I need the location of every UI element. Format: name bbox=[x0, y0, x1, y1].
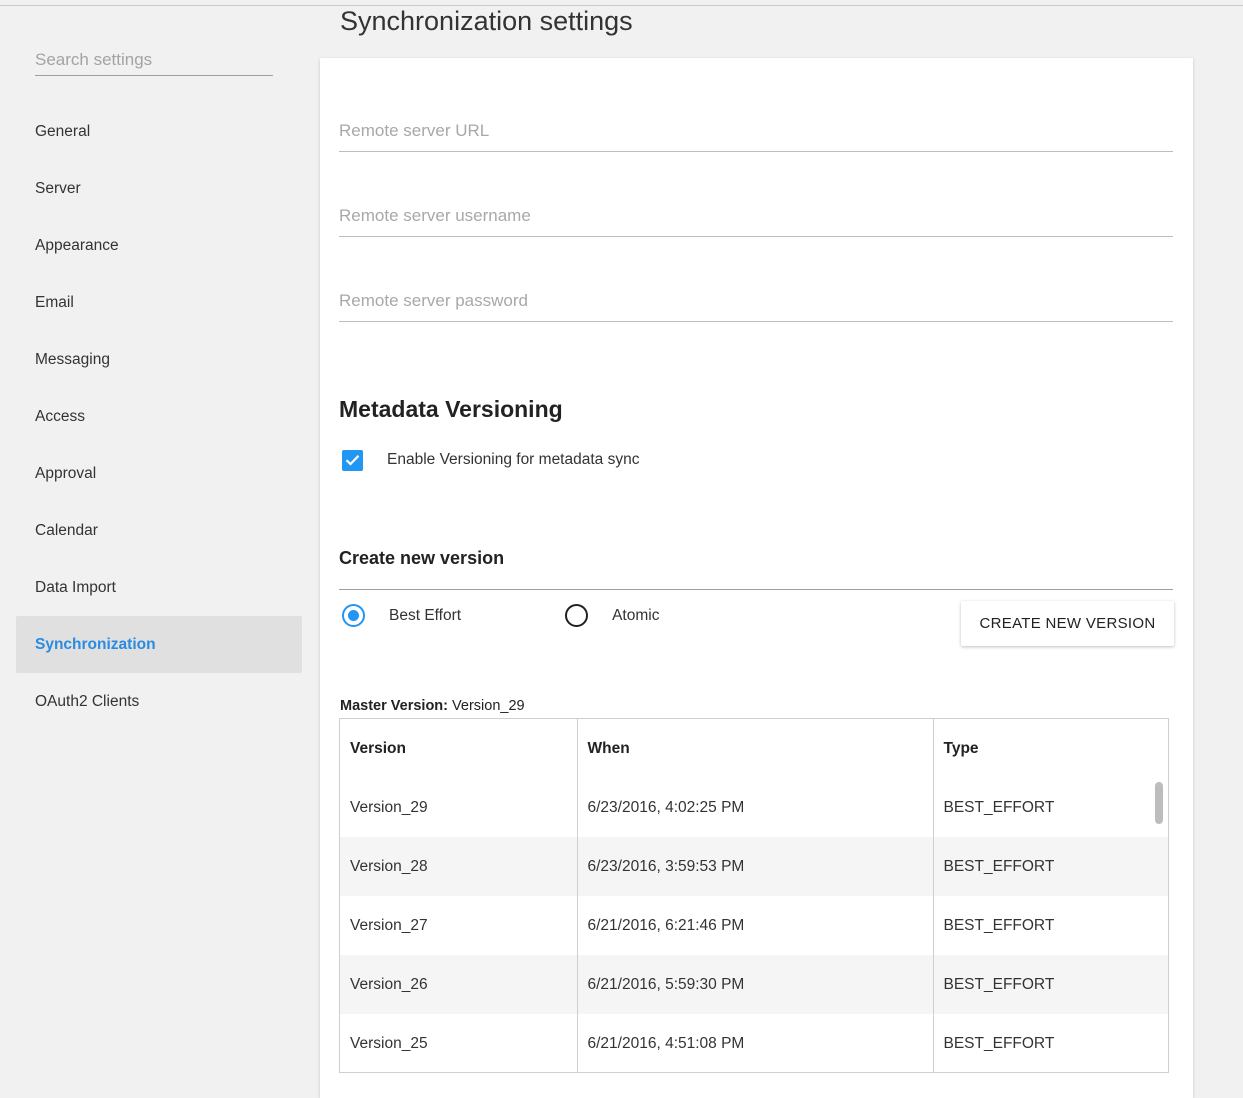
remote-url-field bbox=[339, 112, 1173, 152]
radio-unselected-icon[interactable] bbox=[565, 604, 589, 627]
cell-when: 6/21/2016, 6:21:46 PM bbox=[577, 896, 934, 955]
remote-password-field bbox=[339, 282, 1173, 322]
cell-when: 6/21/2016, 5:59:30 PM bbox=[577, 955, 934, 1014]
radio-dot bbox=[348, 610, 359, 621]
table-scrollbar[interactable] bbox=[1155, 782, 1163, 824]
settings-card: Metadata Versioning Enable Versioning fo… bbox=[320, 58, 1193, 1098]
settings-nav: General Server Appearance Email Messagin… bbox=[16, 103, 302, 730]
search-settings-field bbox=[35, 46, 273, 76]
cell-when: 6/21/2016, 4:51:08 PM bbox=[577, 1014, 934, 1072]
sidebar-item-approval[interactable]: Approval bbox=[16, 445, 302, 502]
radio-selected-icon[interactable] bbox=[342, 604, 365, 627]
sidebar-item-calendar[interactable]: Calendar bbox=[16, 502, 302, 559]
sidebar-item-server[interactable]: Server bbox=[16, 160, 302, 217]
cell-version: Version_26 bbox=[340, 955, 578, 1014]
master-version-label: Master Version: bbox=[340, 698, 448, 714]
sidebar-item-data-import[interactable]: Data Import bbox=[16, 559, 302, 616]
cell-version: Version_29 bbox=[340, 778, 578, 837]
versions-table-container: Version When Type Version_29 6/23/2016, … bbox=[339, 718, 1169, 1073]
sidebar-item-messaging[interactable]: Messaging bbox=[16, 331, 302, 388]
versions-table: Version When Type Version_29 6/23/2016, … bbox=[340, 719, 1168, 1072]
radio-atomic-label: Atomic bbox=[612, 606, 660, 624]
create-new-version-title: Create new version bbox=[339, 548, 505, 568]
radio-best-effort-label: Best Effort bbox=[389, 606, 462, 624]
column-header-version[interactable]: Version bbox=[340, 719, 578, 778]
cell-version: Version_27 bbox=[340, 896, 578, 955]
cell-type: BEST_EFFORT bbox=[943, 1034, 1055, 1052]
cell-version: Version_25 bbox=[340, 1014, 578, 1072]
enable-versioning-row[interactable]: Enable Versioning for metadata sync bbox=[342, 448, 639, 472]
column-header-when[interactable]: When bbox=[577, 719, 934, 778]
table-row[interactable]: Version_28 6/23/2016, 3:59:53 PM BEST_EF… bbox=[340, 837, 1168, 896]
search-settings-input[interactable] bbox=[35, 46, 273, 74]
cell-type: BEST_EFFORT bbox=[943, 916, 1055, 934]
page-title: Synchronization settings bbox=[340, 6, 633, 36]
cell-version: Version_28 bbox=[340, 837, 578, 896]
cell-type: BEST_EFFORT bbox=[943, 975, 1055, 993]
table-header-row: Version When Type bbox=[340, 719, 1168, 778]
version-type-radio-group: Best Effort Atomic bbox=[342, 604, 659, 627]
sidebar-item-access[interactable]: Access bbox=[16, 388, 302, 445]
cell-type: BEST_EFFORT bbox=[943, 798, 1055, 816]
master-version-value: Version_29 bbox=[452, 698, 525, 714]
cell-when: 6/23/2016, 3:59:53 PM bbox=[577, 837, 934, 896]
enable-versioning-label: Enable Versioning for metadata sync bbox=[387, 451, 640, 468]
radio-atomic[interactable]: Atomic bbox=[565, 604, 659, 627]
table-row[interactable]: Version_29 6/23/2016, 4:02:25 PM BEST_EF… bbox=[340, 778, 1168, 837]
enable-versioning-checkbox[interactable] bbox=[342, 449, 363, 471]
sidebar-item-general[interactable]: General bbox=[16, 103, 302, 160]
create-new-version-button[interactable]: CREATE NEW VERSION bbox=[961, 601, 1174, 646]
checkmark-icon bbox=[345, 455, 360, 466]
table-row[interactable]: Version_27 6/21/2016, 6:21:46 PM BEST_EF… bbox=[340, 896, 1168, 955]
radio-best-effort[interactable]: Best Effort bbox=[342, 604, 461, 627]
cell-type: BEST_EFFORT bbox=[943, 857, 1055, 875]
sidebar-item-appearance[interactable]: Appearance bbox=[16, 217, 302, 274]
remote-password-input[interactable] bbox=[339, 287, 1173, 315]
remote-url-input[interactable] bbox=[339, 117, 1173, 145]
table-row[interactable]: Version_25 6/21/2016, 4:51:08 PM BEST_EF… bbox=[340, 1014, 1168, 1072]
metadata-versioning-title: Metadata Versioning bbox=[339, 396, 563, 422]
remote-username-field bbox=[339, 197, 1173, 237]
sidebar-item-oauth2-clients[interactable]: OAuth2 Clients bbox=[16, 673, 302, 730]
table-row[interactable]: Version_26 6/21/2016, 5:59:30 PM BEST_EF… bbox=[340, 955, 1168, 1014]
cell-when: 6/23/2016, 4:02:25 PM bbox=[577, 778, 934, 837]
column-header-type[interactable]: Type bbox=[933, 719, 1168, 778]
section-divider bbox=[339, 589, 1173, 590]
remote-username-input[interactable] bbox=[339, 202, 1173, 230]
master-version: Master Version: Version_29 bbox=[340, 698, 525, 714]
sidebar-item-email[interactable]: Email bbox=[16, 274, 302, 331]
sidebar-item-synchronization[interactable]: Synchronization bbox=[16, 616, 302, 673]
